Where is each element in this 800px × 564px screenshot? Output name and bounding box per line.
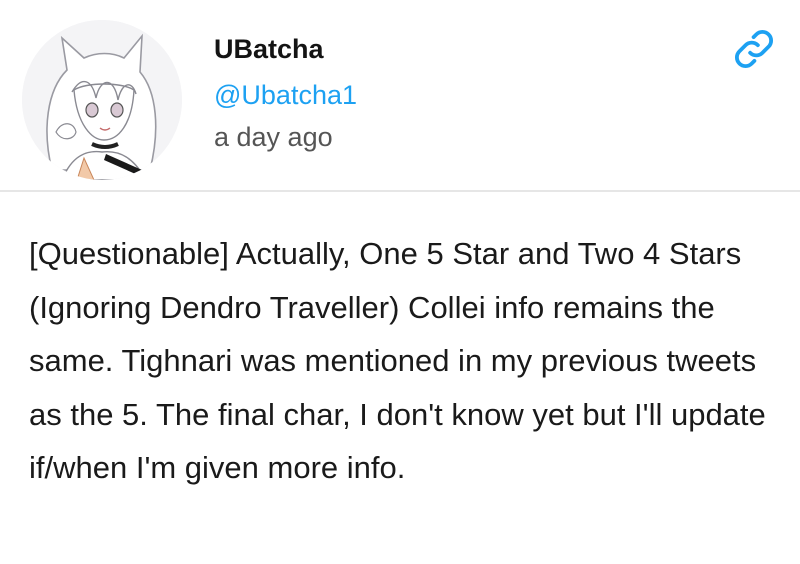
tweet-card: UBatcha @Ubatcha1 a day ago [Questionabl… [0, 0, 800, 564]
timestamp[interactable]: a day ago [214, 122, 333, 153]
link-button[interactable] [731, 26, 777, 72]
link-icon [734, 29, 774, 69]
tweet-header: UBatcha @Ubatcha1 a day ago [0, 0, 800, 190]
avatar-image [22, 20, 182, 180]
user-handle[interactable]: @Ubatcha1 [214, 80, 357, 111]
header-divider [0, 190, 800, 192]
tweet-text: [Questionable] Actually, One 5 Star and … [29, 236, 766, 485]
avatar[interactable] [22, 20, 182, 180]
display-name[interactable]: UBatcha [214, 34, 324, 65]
